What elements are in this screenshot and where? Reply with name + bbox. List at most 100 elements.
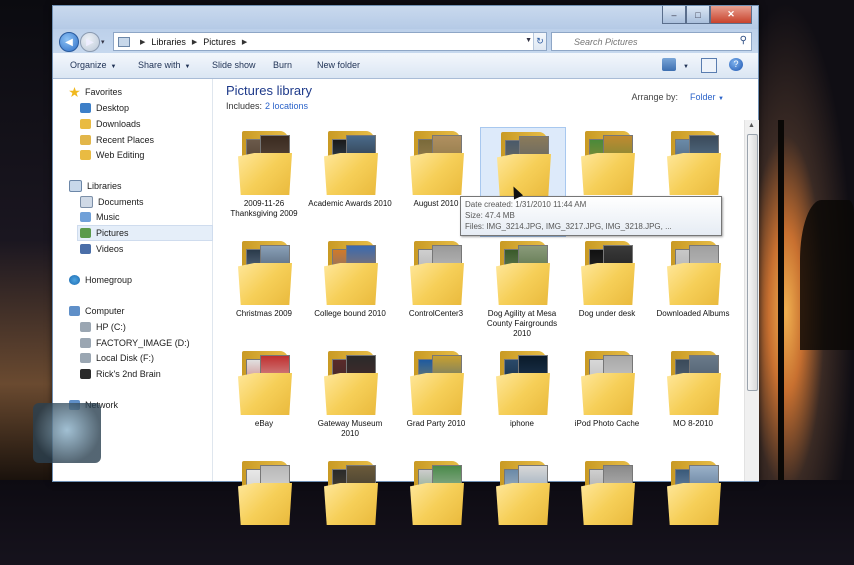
folder-label: MO 8-2010 bbox=[672, 419, 714, 428]
nav-homegroup[interactable]: Homegroup bbox=[69, 273, 132, 287]
folder-item[interactable]: iphone bbox=[480, 347, 564, 455]
help-icon[interactable]: ? bbox=[729, 58, 743, 71]
folder-label: eBay bbox=[254, 419, 274, 428]
folder-item[interactable] bbox=[222, 457, 306, 565]
scrollbar-thumb[interactable] bbox=[747, 134, 758, 391]
tree-silhouette bbox=[778, 120, 784, 480]
star-icon bbox=[69, 87, 80, 97]
folder-item[interactable]: MO 8-2010 bbox=[651, 347, 735, 455]
folder-item[interactable] bbox=[565, 457, 649, 565]
nav-recent-places[interactable]: Recent Places bbox=[80, 133, 154, 147]
library-icon bbox=[118, 36, 130, 47]
nav-desktop[interactable]: Desktop bbox=[80, 101, 129, 115]
nav-videos[interactable]: Videos bbox=[80, 242, 123, 256]
folder-item[interactable]: eBay bbox=[222, 347, 306, 455]
chevron-right-icon[interactable]: ▶ bbox=[192, 38, 197, 46]
nav-drive-c[interactable]: HP (C:) bbox=[80, 320, 126, 334]
view-options-dropdown[interactable]: ▼ bbox=[679, 60, 689, 70]
folder-icon bbox=[410, 131, 464, 195]
folder-front bbox=[410, 483, 464, 525]
chevron-right-icon[interactable]: ▶ bbox=[242, 38, 247, 46]
caret-down-icon: ▼ bbox=[110, 64, 117, 70]
nav-libraries[interactable]: Libraries bbox=[69, 179, 122, 193]
organize-button[interactable]: Organize ▼ bbox=[70, 60, 116, 70]
folder-tooltip: Date created: 1/31/2010 11:44 AM Size: 4… bbox=[460, 196, 722, 236]
folder-front bbox=[581, 373, 635, 415]
folder-item[interactable]: iPod Photo Cache bbox=[565, 347, 649, 455]
folder-item[interactable] bbox=[480, 457, 564, 565]
tooltip-files: Files: IMG_3214.JPG, IMG_3217.JPG, IMG_3… bbox=[465, 222, 672, 231]
slide-show-button[interactable]: Slide show bbox=[212, 60, 256, 70]
recent-pages-dropdown[interactable]: ▾ bbox=[101, 38, 105, 46]
nav-label: Documents bbox=[98, 197, 144, 207]
tooltip-size: Size: 47.4 MB bbox=[465, 211, 515, 220]
folder-item[interactable]: ControlCenter3 bbox=[394, 237, 478, 345]
burn-button[interactable]: Burn bbox=[273, 60, 292, 70]
folder-item[interactable]: 2009-11-26 Thanksgiving 2009 bbox=[222, 127, 306, 235]
minimize-button[interactable]: – bbox=[662, 6, 686, 24]
folder-front bbox=[496, 263, 550, 305]
maximize-button[interactable]: □ bbox=[686, 6, 710, 24]
breadcrumb-libraries[interactable]: Libraries bbox=[151, 37, 186, 47]
drive-icon bbox=[80, 322, 91, 332]
nav-label: FACTORY_IMAGE (D:) bbox=[96, 338, 190, 348]
scroll-up-icon[interactable]: ▲ bbox=[748, 122, 755, 129]
back-button[interactable]: ◀ bbox=[59, 32, 79, 52]
nav-pictures[interactable]: Pictures bbox=[77, 225, 213, 241]
share-with-button[interactable]: Share with ▼ bbox=[138, 60, 190, 70]
vertical-scrollbar[interactable]: ▲ bbox=[744, 120, 759, 481]
title-bar[interactable]: – □ ✕ bbox=[53, 6, 758, 29]
arrange-by: Arrange by: Folder ▼ bbox=[631, 92, 724, 102]
folder-icon bbox=[667, 351, 721, 415]
forward-button[interactable]: ▶ bbox=[80, 32, 100, 52]
nav-label: Videos bbox=[96, 244, 124, 254]
folder-item[interactable]: Academic Awards 2010 bbox=[308, 127, 392, 235]
folder-item[interactable]: Gateway Museum 2010 bbox=[308, 347, 392, 455]
search-icon[interactable]: ⚲ bbox=[740, 35, 747, 46]
folder-item[interactable]: Dog under desk bbox=[565, 237, 649, 345]
music-icon bbox=[80, 212, 91, 222]
caret-down-icon: ▼ bbox=[184, 64, 191, 70]
folder-item[interactable] bbox=[308, 457, 392, 565]
locations-link[interactable]: 2 locations bbox=[265, 101, 308, 111]
nav-downloads[interactable]: Downloads bbox=[80, 117, 141, 131]
folder-front bbox=[581, 153, 635, 195]
arrange-by-dropdown[interactable]: Folder ▼ bbox=[690, 92, 724, 102]
folder-icon bbox=[80, 150, 91, 160]
address-dropdown-icon[interactable]: ▼ bbox=[525, 37, 532, 44]
folder-label: Dog under desk bbox=[578, 309, 636, 318]
search-input[interactable] bbox=[574, 36, 744, 47]
nav-external-drive[interactable]: Rick's 2nd Brain bbox=[80, 367, 161, 381]
folder-front bbox=[667, 373, 721, 415]
nav-web-editing[interactable]: Web Editing bbox=[80, 148, 144, 162]
folder-label: Gateway Museum 2010 bbox=[317, 419, 383, 438]
folder-item[interactable]: Dog Agility at Mesa County Fairgrounds 2… bbox=[480, 237, 564, 345]
change-view-icon[interactable] bbox=[662, 58, 676, 71]
breadcrumb-pictures[interactable]: Pictures bbox=[203, 37, 236, 47]
nav-favorites[interactable]: Favorites bbox=[69, 85, 122, 99]
nav-label: Desktop bbox=[96, 103, 130, 113]
folder-front bbox=[238, 153, 292, 195]
nav-documents[interactable]: Documents bbox=[80, 195, 144, 209]
folder-item[interactable] bbox=[394, 457, 478, 565]
folder-label: 2009-11-26 Thanksgiving 2009 bbox=[230, 199, 298, 218]
explorer-window: – □ ✕ ◀ ▶ ▾ ▶ Libraries ▶ Pictures ▶ ▼ ↻… bbox=[52, 5, 759, 525]
refresh-icon[interactable]: ↻ bbox=[533, 33, 546, 50]
folder-item[interactable]: Christmas 2009 bbox=[222, 237, 306, 345]
nav-drive-d[interactable]: FACTORY_IMAGE (D:) bbox=[80, 336, 190, 350]
nav-music[interactable]: Music bbox=[80, 210, 120, 224]
chevron-right-icon[interactable]: ▶ bbox=[140, 38, 145, 46]
folder-item[interactable] bbox=[651, 457, 735, 565]
folder-item[interactable]: Grad Party 2010 bbox=[394, 347, 478, 455]
address-bar[interactable]: ▶ Libraries ▶ Pictures ▶ ▼ ↻ bbox=[113, 32, 547, 51]
folder-icon bbox=[324, 241, 378, 305]
nav-drive-f[interactable]: Local Disk (F:) bbox=[80, 351, 154, 365]
new-folder-button[interactable]: New folder bbox=[317, 60, 360, 70]
folder-item[interactable]: College bound 2010 bbox=[308, 237, 392, 345]
preview-pane-icon[interactable] bbox=[701, 58, 717, 73]
folder-icon bbox=[238, 461, 292, 525]
nav-computer[interactable]: Computer bbox=[69, 304, 125, 318]
close-button[interactable]: ✕ bbox=[710, 6, 752, 24]
external-drive-icon bbox=[80, 369, 91, 379]
folder-item[interactable]: Downloaded Albums bbox=[651, 237, 735, 345]
